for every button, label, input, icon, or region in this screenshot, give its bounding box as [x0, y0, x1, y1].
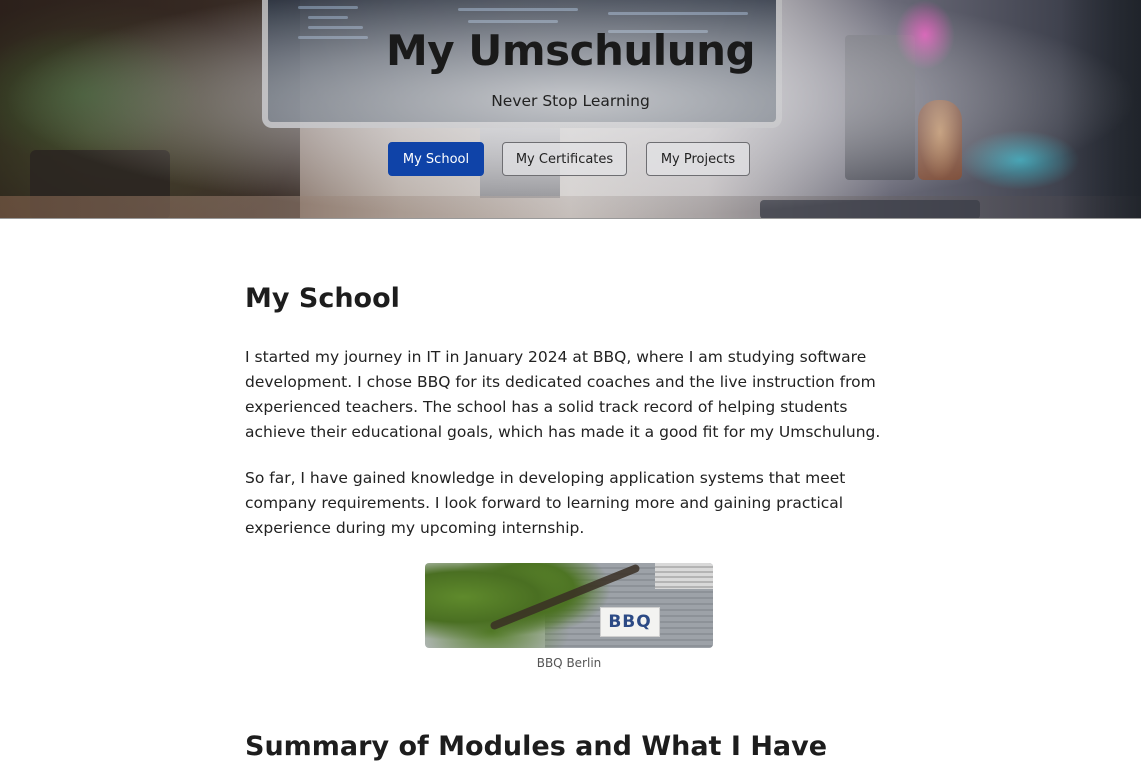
site-title: My Umschulung — [385, 26, 756, 75]
school-photo-figure: BBQ BBQ Berlin — [425, 563, 713, 670]
school-paragraph-2: So far, I have gained knowledge in devel… — [245, 469, 846, 537]
photo-caption: BBQ Berlin — [536, 656, 602, 670]
school-paragraph-1: I started my journey in IT in January 20… — [245, 348, 881, 441]
hero-banner: My Umschulung Never Stop Learning My Sch… — [0, 0, 1141, 219]
nav-my-certificates-button[interactable]: My Certificates — [502, 142, 627, 176]
nav-my-projects-button[interactable]: My Projects — [646, 142, 750, 176]
site-subtitle: Never Stop Learning — [491, 92, 650, 110]
bbq-sign: BBQ — [600, 607, 660, 637]
school-heading: My School — [245, 283, 400, 314]
modules-heading: Summary of Modules and What I Have Learn… — [245, 731, 828, 765]
bbq-building-photo: BBQ — [425, 563, 713, 648]
main-nav: My School My Certificates My Projects — [0, 142, 1141, 176]
nav-my-school-button[interactable]: My School — [388, 142, 484, 176]
